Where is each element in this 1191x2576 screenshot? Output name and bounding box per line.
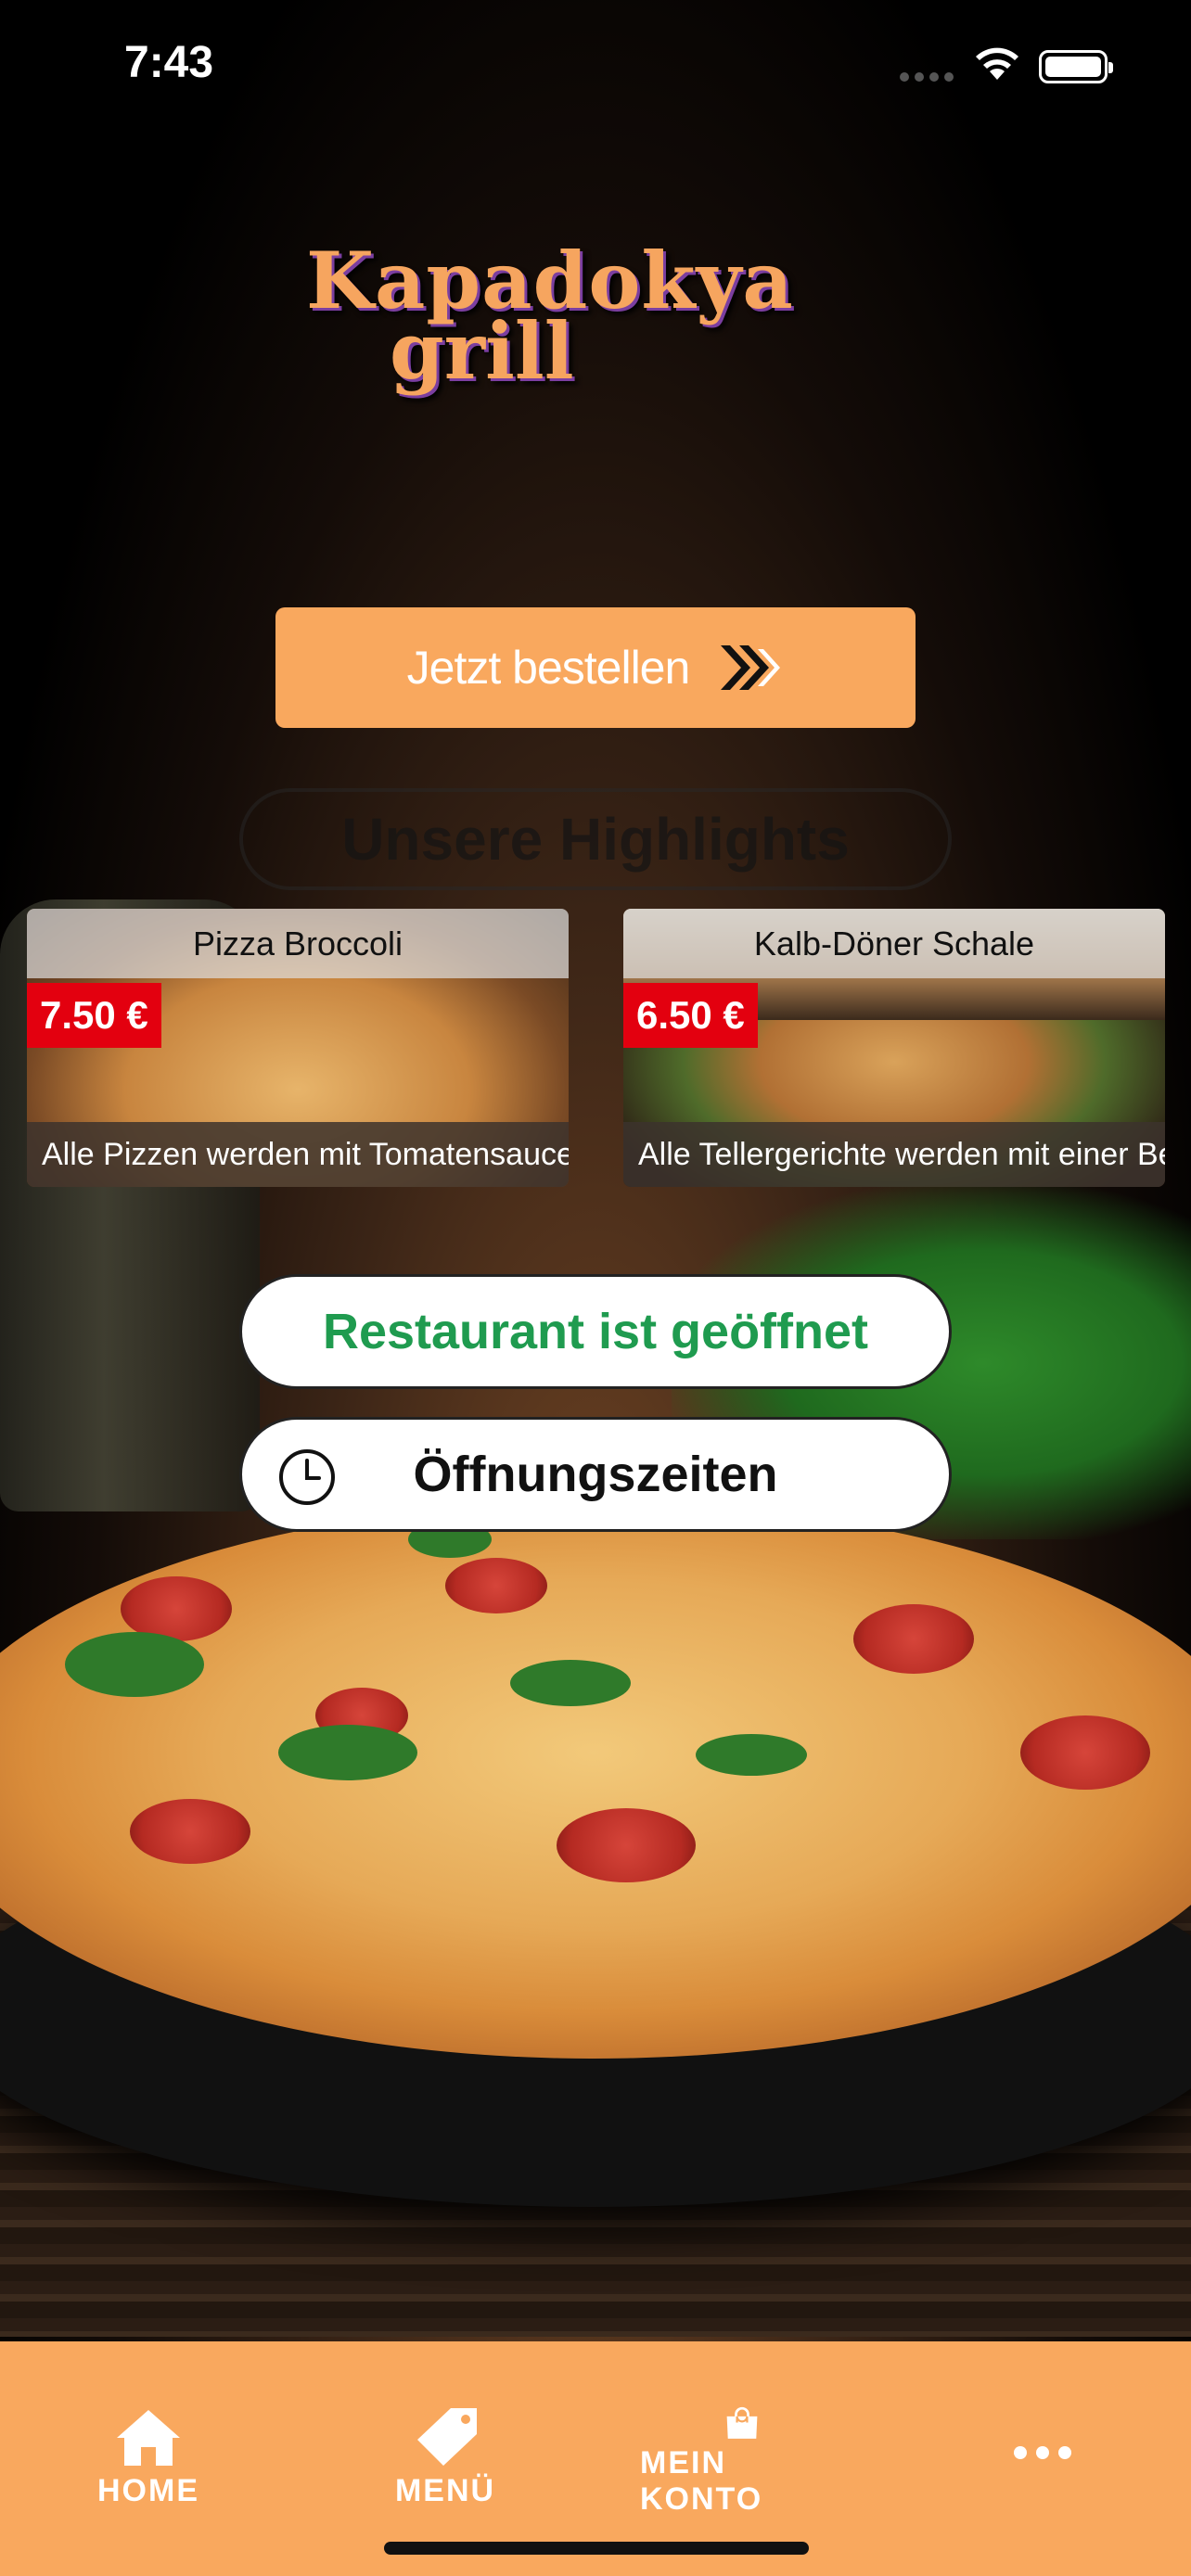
status-bar: 7:43 xyxy=(0,0,1191,130)
price-badge: 6.50 € xyxy=(623,983,758,1048)
opening-hours-label: Öffnungszeiten xyxy=(413,1447,778,1502)
dish-title: Pizza Broccoli xyxy=(27,909,569,978)
wifi-icon xyxy=(976,47,1018,80)
restaurant-open-status: Restaurant ist geöffnet xyxy=(239,1274,952,1389)
price-badge: 7.50 € xyxy=(27,983,161,1048)
battery-icon xyxy=(1039,50,1113,83)
order-now-label: Jetzt bestellen xyxy=(406,642,691,694)
dish-title: Kalb-Döner Schale xyxy=(623,909,1165,978)
order-now-button[interactable]: Jetzt bestellen xyxy=(275,607,916,728)
double-chevron-right-icon xyxy=(721,645,781,690)
status-time: 7:43 xyxy=(124,38,214,87)
clock-icon xyxy=(279,1449,335,1505)
more-icon xyxy=(1014,2446,1071,2459)
home-indicator xyxy=(384,2542,809,2555)
nav-tab-home[interactable]: HOME xyxy=(46,2406,250,2518)
opening-hours-button[interactable]: Öffnungszeiten xyxy=(239,1417,952,1532)
nav-tab-account[interactable]: MEIN KONTO xyxy=(640,2406,844,2518)
background-pizza xyxy=(0,1502,1191,2059)
dish-description: Alle Tellergerichte werden mit einer Bei… xyxy=(623,1122,1165,1187)
nav-label: MENÜ xyxy=(394,2473,496,2508)
home-icon xyxy=(117,2410,180,2466)
highlight-card[interactable]: Kalb-Döner Schale 6.50 € Alle Tellergeri… xyxy=(623,909,1165,1187)
app-screen: 7:43 Kapadokya grill Jetzt bestellen Uns… xyxy=(0,0,1191,2576)
highlight-card[interactable]: Pizza Broccoli 7.50 € Alle Pizzen werden… xyxy=(27,909,569,1187)
restaurant-logo: Kapadokya grill xyxy=(306,242,881,413)
nav-tab-more[interactable] xyxy=(941,2406,1145,2518)
highlights-title: Unsere Highlights xyxy=(239,788,952,890)
shopping-bag-icon xyxy=(726,2406,758,2439)
nav-tab-menu[interactable]: MENÜ xyxy=(343,2406,547,2518)
restaurant-open-label: Restaurant ist geöffnet xyxy=(322,1304,869,1359)
dish-description: Alle Pizzen werden mit Tomatensauce un..… xyxy=(27,1122,569,1187)
nav-label: MEIN KONTO xyxy=(640,2445,763,2517)
nav-label: HOME xyxy=(97,2473,199,2508)
cellular-signal-icon xyxy=(900,72,955,82)
tag-icon xyxy=(417,2408,477,2466)
